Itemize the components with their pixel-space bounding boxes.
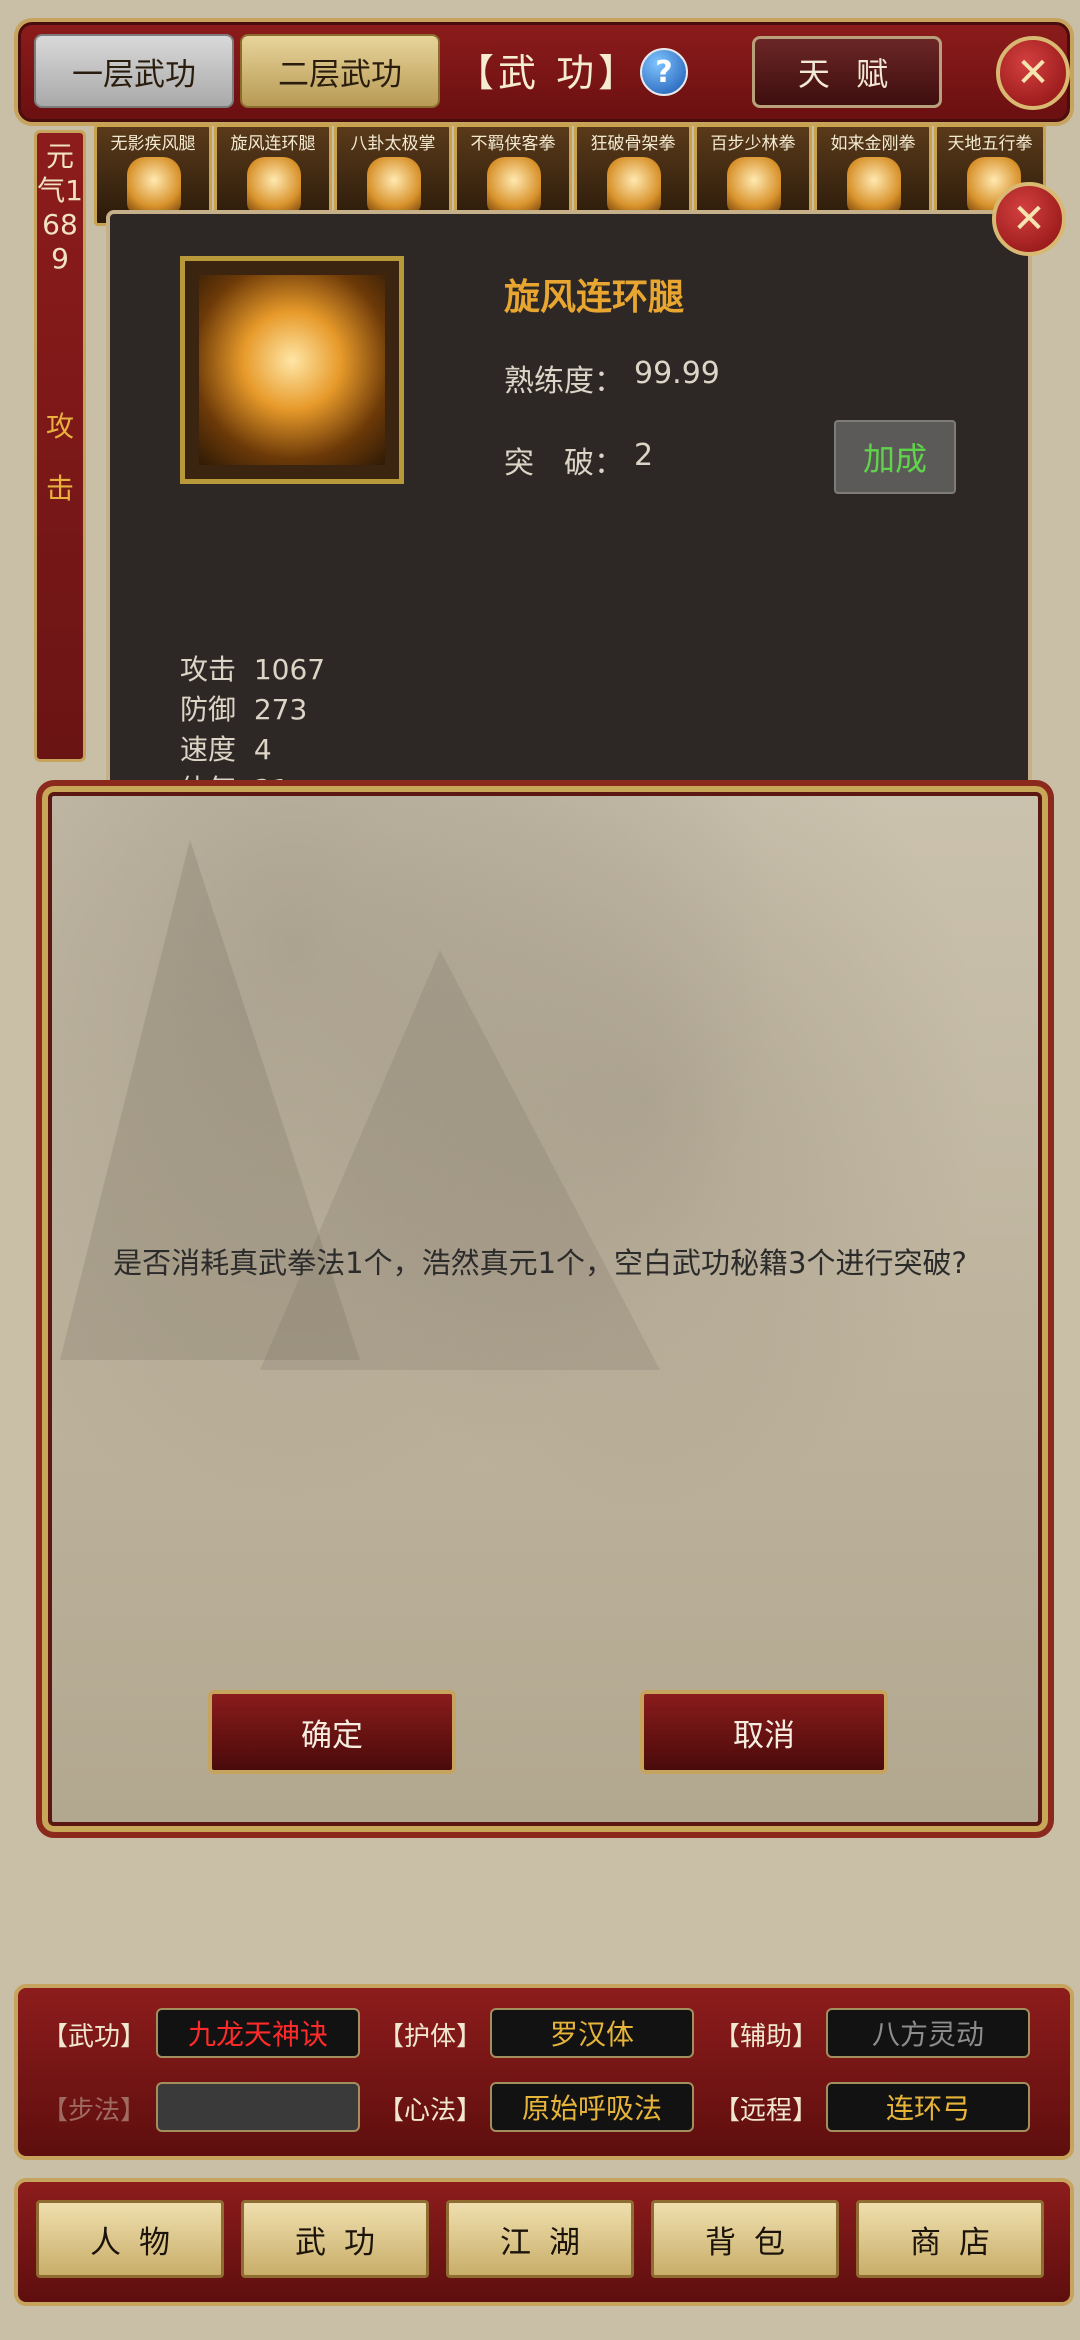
help-icon[interactable]: ?	[640, 48, 688, 96]
skill-title: 旋风连环腿	[504, 277, 685, 318]
nav-character[interactable]: 人物	[36, 2200, 224, 2278]
breakthrough-value: 2	[634, 438, 654, 473]
tab-layer-1[interactable]: 一层武功	[34, 34, 234, 108]
nav-shop[interactable]: 商店	[856, 2200, 1044, 2278]
fist-icon	[247, 157, 301, 215]
attr-value: 4	[253, 733, 272, 766]
fist-skill-image	[180, 256, 404, 484]
wugong-label: 【武功】	[42, 2022, 147, 2052]
skill-name: 如来金刚拳	[830, 134, 916, 154]
yuancheng-slot[interactable]: 连环弓	[826, 2082, 1030, 2132]
fuzhu-label: 【辅助】	[714, 2022, 819, 2052]
huti-slot[interactable]: 罗汉体	[490, 2008, 694, 2058]
skill-name: 无影疾风腿	[110, 134, 196, 154]
dialog-message: 是否消耗真武拳法1个，浩然真元1个，空白武功秘籍3个进行突破?	[113, 1246, 967, 1280]
skill-name: 旋风连环腿	[230, 134, 316, 154]
huti-label: 【护体】	[378, 2022, 483, 2052]
plus-button[interactable]: 加成	[834, 420, 956, 494]
breakthrough-label: 突 破：	[504, 446, 624, 481]
fuzhu-slot[interactable]: 八方灵动	[826, 2008, 1030, 2058]
nav-backpack[interactable]: 背包	[651, 2200, 839, 2278]
fist-icon	[127, 157, 181, 215]
page-title: 【武 功】	[456, 50, 641, 95]
attr-row: 防御 273	[180, 688, 307, 728]
skill-name: 百步少林拳	[710, 134, 796, 154]
cancel-button[interactable]: 取消	[640, 1690, 888, 1774]
talent-button[interactable]: 天 赋	[752, 36, 942, 108]
bufa-slot[interactable]	[156, 2082, 360, 2132]
attack-label[interactable]: 攻击	[34, 396, 86, 520]
attr-row: 攻击 1067	[180, 648, 325, 688]
attr-value: 273	[253, 693, 308, 726]
nav-jianghu[interactable]: 江湖	[446, 2200, 634, 2278]
proficiency-value: 99.99	[634, 356, 720, 391]
fist-icon	[487, 157, 541, 215]
fist-icon	[607, 157, 661, 215]
attr-row: 速度 4	[180, 728, 272, 768]
nav-wugong[interactable]: 武功	[241, 2200, 429, 2278]
skill-name: 八卦太极掌	[350, 134, 436, 154]
skill-name: 不羁侠客拳	[470, 134, 556, 154]
fist-icon	[727, 157, 781, 215]
attr-value: 1067	[253, 653, 326, 686]
close-icon[interactable]: ✕	[992, 182, 1066, 256]
bufa-label: 【步法】	[42, 2096, 147, 2126]
yuancheng-label: 【远程】	[714, 2096, 819, 2126]
fist-icon	[847, 157, 901, 215]
fist-icon	[367, 157, 421, 215]
tab-layer-2[interactable]: 二层武功	[240, 34, 440, 108]
qi-value: 元气1689	[37, 140, 83, 275]
mountain-decoration	[260, 950, 660, 1370]
attr-label: 速度	[180, 733, 237, 766]
wugong-slot[interactable]: 九龙天神诀	[156, 2008, 360, 2058]
close-icon[interactable]: ✕	[996, 36, 1070, 110]
proficiency-label: 熟练度：	[504, 364, 624, 399]
skill-name: 天地五行拳	[947, 134, 1033, 154]
attr-label: 防御	[180, 693, 237, 726]
xinfa-label: 【心法】	[378, 2096, 483, 2126]
confirm-button[interactable]: 确定	[208, 1690, 456, 1774]
skill-name: 狂破骨架拳	[590, 134, 676, 154]
xinfa-slot[interactable]: 原始呼吸法	[490, 2082, 694, 2132]
attr-label: 攻击	[180, 653, 237, 686]
